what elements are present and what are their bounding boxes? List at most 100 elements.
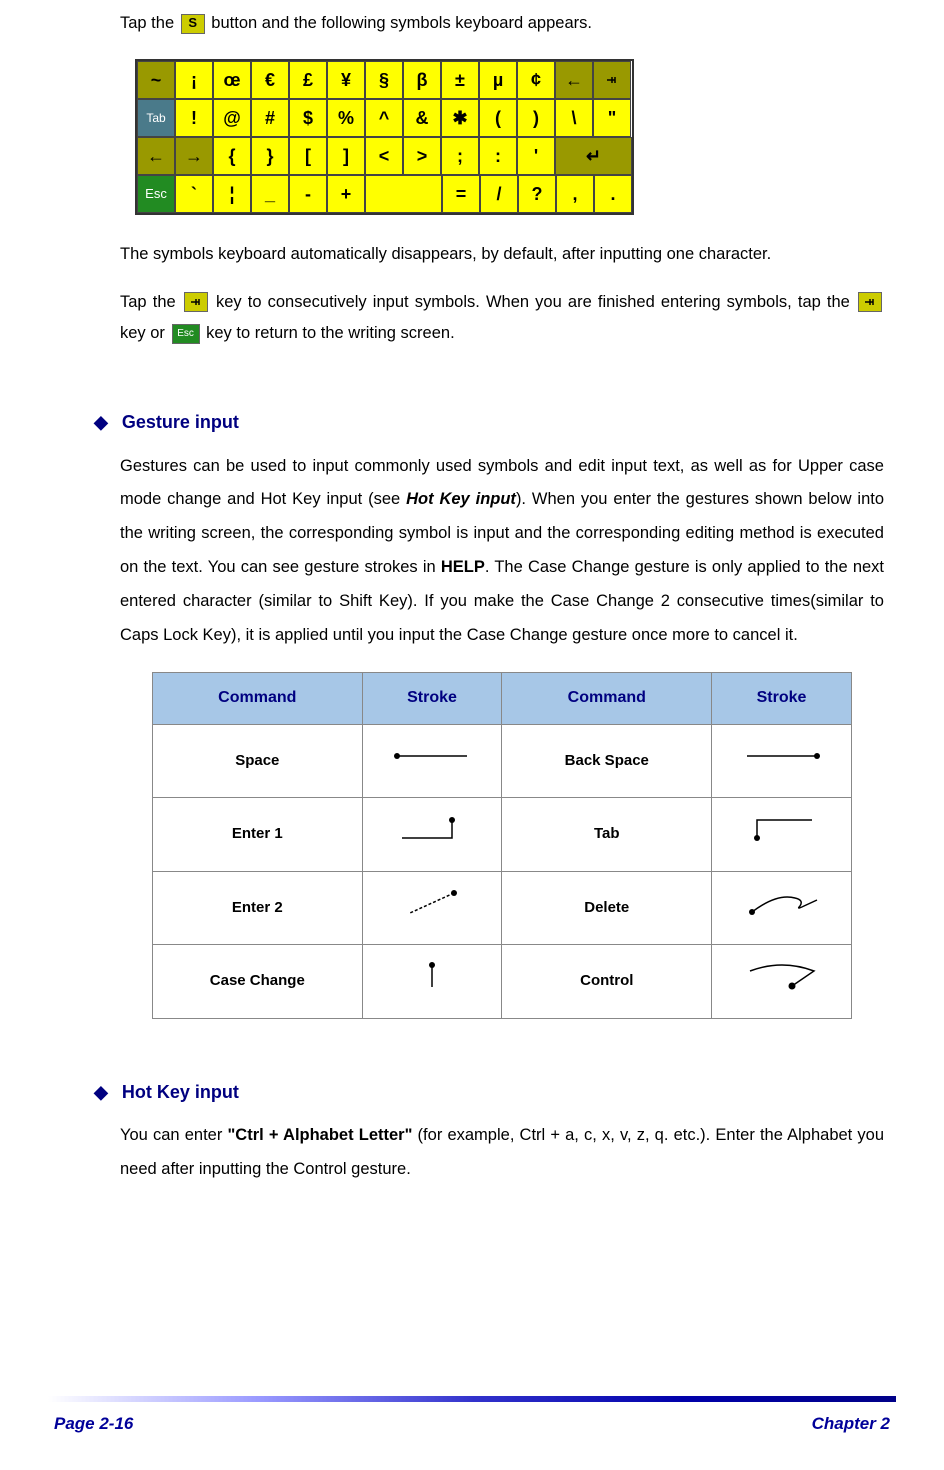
kb-key[interactable]: ¥ — [327, 61, 365, 99]
symbols-button-icon: S — [181, 14, 205, 34]
kb-key[interactable]: ± — [441, 61, 479, 99]
kb-key[interactable]: _ — [251, 175, 289, 213]
kb-key[interactable]: : — [479, 137, 517, 175]
gesture-input-heading: ◆ Gesture input — [94, 405, 884, 439]
s1-b: Hot Key input — [406, 490, 516, 508]
intro-line: Tap the S button and the following symbo… — [120, 8, 884, 39]
kb-key[interactable]: } — [251, 137, 289, 175]
kb-key[interactable]: ' — [517, 137, 555, 175]
table-row: Case Change Control — [153, 945, 852, 1019]
kb-enter[interactable]: ↵ — [555, 137, 632, 175]
pin-key-icon-2 — [858, 292, 882, 312]
page-number: Page 2-16 — [54, 1408, 133, 1440]
kb-key[interactable]: ¢ — [517, 61, 555, 99]
page-footer: Page 2-16 Chapter 2 — [0, 1396, 944, 1440]
cmd-delete: Delete — [502, 871, 712, 945]
p2-d: key to return to the writing screen. — [206, 324, 455, 342]
stroke-tab — [712, 798, 852, 872]
kb-key[interactable]: œ — [213, 61, 251, 99]
kb-key[interactable]: ( — [479, 99, 517, 137]
hotkey-title: Hot Key input — [122, 1075, 239, 1109]
stroke-space — [362, 724, 502, 798]
gesture-title: Gesture input — [122, 405, 239, 439]
kb-key[interactable]: < — [365, 137, 403, 175]
kb-key[interactable]: @ — [213, 99, 251, 137]
kb-right[interactable]: → — [175, 137, 213, 175]
kb-key[interactable]: , — [556, 175, 594, 213]
kb-key[interactable]: & — [403, 99, 441, 137]
cmd-casechange: Case Change — [153, 945, 363, 1019]
kb-key[interactable]: ! — [175, 99, 213, 137]
th-command: Command — [153, 673, 363, 724]
cmd-enter1: Enter 1 — [153, 798, 363, 872]
stroke-delete — [712, 871, 852, 945]
th-command-2: Command — [502, 673, 712, 724]
kb-key[interactable]: ; — [441, 137, 479, 175]
stroke-control — [712, 945, 852, 1019]
paragraph-2: Tap the key to consecutively input symbo… — [120, 287, 884, 350]
kb-key[interactable]: § — [365, 61, 403, 99]
kb-tilde[interactable]: ~ — [137, 61, 175, 99]
gesture-body: Gestures can be used to input commonly u… — [120, 450, 884, 653]
kb-pin[interactable] — [593, 61, 631, 99]
stroke-enter2 — [362, 871, 502, 945]
hotkey-body: You can enter "Ctrl + Alphabet Letter" (… — [120, 1119, 884, 1187]
kb-key[interactable]: = — [442, 175, 480, 213]
kb-key[interactable]: ¦ — [213, 175, 251, 213]
table-row: Enter 2 Delete — [153, 871, 852, 945]
kb-backspace[interactable]: ← — [555, 61, 593, 99]
hotkey-heading: ◆ Hot Key input — [94, 1075, 884, 1109]
table-row: Space Back Space — [153, 724, 852, 798]
kb-tab[interactable]: Tab — [137, 99, 175, 137]
kb-key[interactable]: # — [251, 99, 289, 137]
s1-d: HELP — [441, 558, 485, 576]
kb-key[interactable]: ) — [517, 99, 555, 137]
kb-key[interactable]: > — [403, 137, 441, 175]
kb-space[interactable] — [365, 175, 442, 213]
kb-key[interactable]: ] — [327, 137, 365, 175]
cmd-space: Space — [153, 724, 363, 798]
s2-b: "Ctrl + Alphabet Letter" — [227, 1126, 412, 1144]
intro-text-1: Tap the — [120, 14, 179, 32]
cmd-control: Control — [502, 945, 712, 1019]
kb-key[interactable]: [ — [289, 137, 327, 175]
kb-key[interactable]: ¡ — [175, 61, 213, 99]
kb-key[interactable]: ^ — [365, 99, 403, 137]
diamond-icon: ◆ — [94, 1075, 108, 1109]
stroke-casechange — [362, 945, 502, 1019]
kb-key[interactable]: µ — [479, 61, 517, 99]
p2-c: key or — [120, 324, 170, 342]
pin-key-icon — [184, 292, 208, 312]
kb-key[interactable]: ` — [175, 175, 213, 213]
kb-key[interactable]: - — [289, 175, 327, 213]
kb-key[interactable]: % — [327, 99, 365, 137]
kb-key[interactable]: β — [403, 61, 441, 99]
kb-key[interactable]: . — [594, 175, 632, 213]
p2-a: Tap the — [120, 293, 182, 311]
kb-key[interactable]: " — [593, 99, 631, 137]
symbols-keyboard: ~ ¡ œ € £ ¥ § β ± µ ¢ ← Tab ! @ # $ % ^ … — [135, 59, 634, 215]
kb-key[interactable]: $ — [289, 99, 327, 137]
kb-key[interactable]: ? — [518, 175, 556, 213]
intro-text-2: button and the following symbols keyboar… — [207, 14, 592, 32]
table-row: Enter 1 Tab — [153, 798, 852, 872]
kb-key[interactable]: \ — [555, 99, 593, 137]
s2-a: You can enter — [120, 1126, 227, 1144]
kb-key[interactable]: ✱ — [441, 99, 479, 137]
cmd-enter2: Enter 2 — [153, 871, 363, 945]
footer-divider — [48, 1396, 896, 1402]
kb-key[interactable]: / — [480, 175, 518, 213]
paragraph-1: The symbols keyboard automatically disap… — [120, 239, 884, 270]
gesture-table: Command Stroke Command Stroke Space Back… — [152, 672, 852, 1018]
esc-key-icon: Esc — [172, 324, 200, 344]
stroke-backspace — [712, 724, 852, 798]
kb-key[interactable]: € — [251, 61, 289, 99]
kb-esc[interactable]: Esc — [137, 175, 175, 213]
kb-left[interactable]: ← — [137, 137, 175, 175]
kb-key[interactable]: £ — [289, 61, 327, 99]
th-stroke: Stroke — [362, 673, 502, 724]
kb-key[interactable]: { — [213, 137, 251, 175]
p2-b: key to consecutively input symbols. When… — [216, 293, 856, 311]
kb-key[interactable]: + — [327, 175, 365, 213]
stroke-enter1 — [362, 798, 502, 872]
